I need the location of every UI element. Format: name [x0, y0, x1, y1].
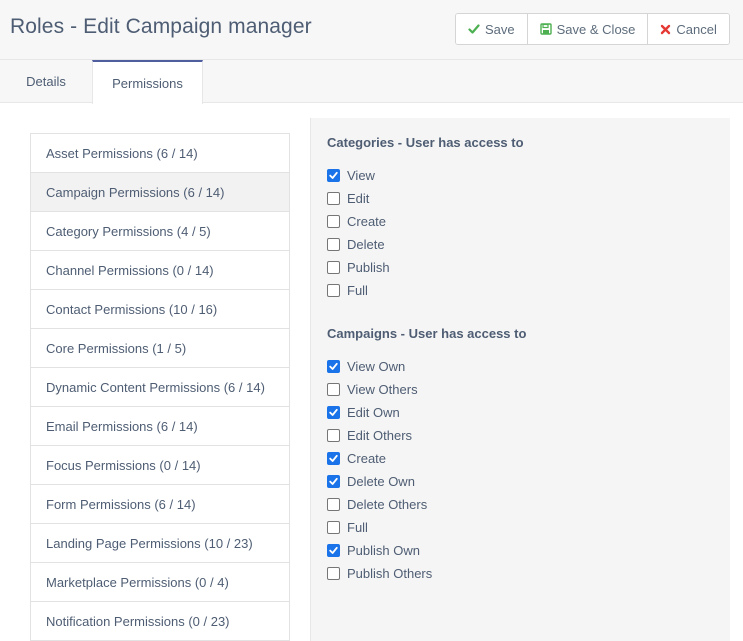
campaign-checkbox[interactable]: [327, 428, 340, 442]
permission-group-item[interactable]: Dynamic Content Permissions (6 / 14): [31, 368, 289, 407]
campaign-checkbox[interactable]: [327, 405, 340, 419]
category-option-label: Create: [347, 213, 387, 229]
category-checkbox[interactable]: [327, 237, 340, 251]
campaign-option: Publish Others: [327, 564, 432, 582]
campaign-option-label: Full: [347, 519, 368, 535]
tab-details-label: Details: [26, 74, 66, 89]
campaign-option-label: Delete Others: [347, 496, 428, 512]
permission-group-item[interactable]: Focus Permissions (0 / 14): [31, 446, 289, 485]
category-option: Create: [327, 212, 386, 230]
floppy-disk-icon: [539, 23, 552, 35]
permission-group-label: Form Permissions (6 / 14): [46, 496, 196, 512]
tab-permissions-label: Permissions: [112, 75, 183, 91]
campaigns-section-title: Campaigns - User has access to: [327, 326, 527, 341]
campaign-checkbox[interactable]: [327, 451, 340, 465]
permission-group-label: Notification Permissions (0 / 23): [46, 613, 230, 629]
permission-group-label: Landing Page Permissions (10 / 23): [46, 535, 253, 551]
permission-group-item[interactable]: Core Permissions (1 / 5): [31, 329, 289, 368]
category-checkbox[interactable]: [327, 283, 340, 297]
campaign-option: View Own: [327, 357, 405, 375]
category-checkbox[interactable]: [327, 260, 340, 274]
permission-group-label: Core Permissions (1 / 5): [46, 340, 187, 356]
category-checkbox[interactable]: [327, 191, 340, 205]
permission-group-label: Marketplace Permissions (0 / 4): [46, 574, 229, 590]
campaign-option: Edit Others: [327, 426, 412, 444]
campaign-checkbox[interactable]: [327, 543, 340, 557]
category-option: Publish: [327, 258, 390, 276]
permission-group-item[interactable]: Channel Permissions (0 / 14): [31, 251, 289, 290]
permission-group-label: Dynamic Content Permissions (6 / 14): [46, 379, 265, 395]
page-header: Roles - Edit Campaign manager Save Save …: [0, 0, 743, 60]
category-option-label: Full: [347, 282, 368, 298]
tab-permissions[interactable]: Permissions: [92, 60, 203, 104]
campaign-checkbox[interactable]: [327, 359, 340, 373]
campaign-option-label: View Own: [347, 358, 406, 374]
category-checkbox[interactable]: [327, 214, 340, 228]
campaign-checkbox[interactable]: [327, 382, 340, 396]
category-option: Edit: [327, 189, 369, 207]
permission-group-item[interactable]: Marketplace Permissions (0 / 4): [31, 563, 289, 602]
page-title: Roles - Edit Campaign manager: [10, 15, 312, 38]
permission-group-item[interactable]: Category Permissions (4 / 5): [31, 212, 289, 251]
save-close-button[interactable]: Save & Close: [526, 14, 648, 44]
campaign-option: Edit Own: [327, 403, 400, 421]
header-button-group: Save Save & Close Cancel: [455, 13, 730, 45]
permission-group-label: Channel Permissions (0 / 14): [46, 262, 214, 278]
cancel-button[interactable]: Cancel: [647, 14, 729, 44]
campaign-option-label: Publish Own: [347, 542, 420, 558]
check-icon: [468, 23, 480, 35]
permission-group-item[interactable]: Contact Permissions (10 / 16): [31, 290, 289, 329]
campaign-checkbox[interactable]: [327, 497, 340, 511]
campaign-option: Full: [327, 518, 368, 536]
campaign-option: View Others: [327, 380, 418, 398]
category-checkbox[interactable]: [327, 168, 340, 182]
category-option-label: Edit: [347, 190, 370, 206]
campaign-option: Create: [327, 449, 386, 467]
cancel-button-label: Cancel: [676, 21, 717, 37]
campaign-checkbox[interactable]: [327, 566, 340, 580]
campaign-option-label: Publish Others: [347, 565, 433, 581]
category-option-label: View: [347, 167, 375, 183]
save-button[interactable]: Save: [456, 14, 527, 44]
tab-details[interactable]: Details: [0, 60, 92, 103]
permission-group-item[interactable]: Campaign Permissions (6 / 14): [31, 173, 289, 212]
campaign-option-label: View Others: [347, 381, 418, 397]
save-button-label: Save: [485, 21, 515, 37]
campaign-option: Delete Own: [327, 472, 415, 490]
save-close-button-label: Save & Close: [556, 21, 636, 37]
campaign-option-label: Create: [347, 450, 387, 466]
categories-section-title: Categories - User has access to: [327, 135, 524, 150]
permission-group-item[interactable]: Notification Permissions (0 / 23): [31, 602, 289, 641]
category-option-label: Delete: [347, 236, 385, 252]
permission-group-label: Contact Permissions (10 / 16): [46, 301, 218, 317]
tab-bar: Details Permissions: [0, 60, 743, 104]
category-option: Delete: [327, 235, 385, 253]
permission-group-label: Asset Permissions (6 / 14): [46, 145, 198, 161]
campaign-option: Publish Own: [327, 541, 420, 559]
campaign-checkbox[interactable]: [327, 474, 340, 488]
campaign-checkbox[interactable]: [327, 520, 340, 534]
campaign-option: Delete Others: [327, 495, 427, 513]
permission-detail-panel: Categories - User has access to View Edit…: [310, 118, 730, 641]
permission-group-item[interactable]: Email Permissions (6 / 14): [31, 407, 289, 446]
permission-group-item[interactable]: Form Permissions (6 / 14): [31, 485, 289, 524]
permission-group-item[interactable]: Asset Permissions (6 / 14): [31, 134, 289, 173]
permission-group-label: Email Permissions (6 / 14): [46, 418, 198, 434]
category-option: View: [327, 166, 375, 184]
permission-group-item[interactable]: Landing Page Permissions (10 / 23): [31, 524, 289, 563]
close-icon: [660, 24, 671, 35]
category-option: Full: [327, 281, 368, 299]
permission-group-label: Focus Permissions (0 / 14): [46, 457, 201, 473]
campaign-option-label: Edit Others: [347, 427, 413, 443]
permission-group-label: Campaign Permissions (6 / 14): [46, 184, 225, 200]
permission-group-label: Category Permissions (4 / 5): [46, 223, 211, 239]
permission-group-list: Asset Permissions (6 / 14) Campaign Perm…: [30, 133, 290, 641]
campaign-option-label: Delete Own: [347, 473, 415, 489]
campaign-option-label: Edit Own: [347, 404, 400, 420]
category-option-label: Publish: [347, 259, 390, 275]
